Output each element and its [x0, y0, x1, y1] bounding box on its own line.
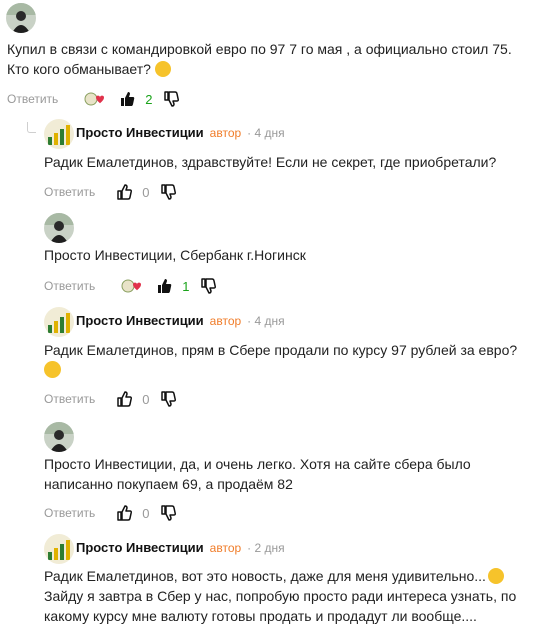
grinning-emoji-icon	[487, 568, 504, 584]
comment-actions: Ответить 0	[44, 390, 177, 408]
author-row: Просто Инвестиции автор · 2 дня	[76, 540, 285, 555]
like-icon[interactable]	[115, 504, 133, 522]
comment-text: Радик Емалетдинов, вот это новость, даже…	[44, 568, 517, 624]
reply-button[interactable]: Ответить	[7, 92, 58, 106]
reply-button[interactable]: Ответить	[44, 185, 95, 199]
like-icon[interactable]	[118, 90, 136, 108]
comment-actions: Ответить 2	[7, 90, 180, 108]
author-badge: автор	[209, 126, 242, 140]
comment-text: Радик Емалетдинов, здравствуйте! Если не…	[44, 154, 497, 170]
author-badge: автор	[209, 314, 242, 328]
surprised-emoji-icon	[44, 361, 61, 378]
like-icon[interactable]	[115, 390, 133, 408]
dislike-icon[interactable]	[159, 390, 177, 408]
author-avatar[interactable]	[44, 119, 74, 149]
like-icon[interactable]	[155, 277, 173, 295]
comment-time: · 4 дня	[247, 126, 285, 140]
comment-actions: Ответить 0	[44, 504, 177, 522]
reactions-icon[interactable]	[121, 279, 143, 293]
like-count: 0	[142, 505, 150, 521]
comment-time: · 4 дня	[247, 314, 285, 328]
user-avatar[interactable]	[44, 422, 74, 452]
author-avatar[interactable]	[44, 534, 74, 564]
author-row: Просто Инвестиции автор · 4 дня	[76, 313, 285, 328]
comment-text: Просто Инвестиции, Сбербанк г.Ногинск	[44, 247, 306, 263]
dislike-icon[interactable]	[199, 277, 217, 295]
reactions-icon[interactable]	[84, 92, 106, 106]
thread-connector	[27, 122, 36, 133]
author-name[interactable]: Просто Инвестиции	[76, 540, 204, 555]
comment-actions: Ответить 0	[44, 183, 177, 201]
laughing-emoji-icon	[154, 61, 171, 77]
user-avatar[interactable]	[6, 3, 36, 33]
comment-actions: Ответить 1	[44, 277, 217, 295]
author-avatar[interactable]	[44, 307, 74, 337]
like-count: 0	[142, 184, 150, 200]
comment-text: Радик Емалетдинов, прям в Сбере продали …	[44, 340, 517, 380]
like-count: 2	[145, 91, 153, 107]
comment-time: · 2 дня	[247, 541, 285, 555]
user-avatar[interactable]	[44, 213, 74, 243]
comments-thread: Купил в связи с командировкой евро по 97…	[0, 0, 539, 625]
like-icon[interactable]	[115, 183, 133, 201]
author-badge: автор	[209, 541, 242, 555]
reply-button[interactable]: Ответить	[44, 279, 95, 293]
dislike-icon[interactable]	[159, 504, 177, 522]
dislike-icon[interactable]	[159, 183, 177, 201]
like-count: 0	[142, 391, 150, 407]
reply-button[interactable]: Ответить	[44, 506, 95, 520]
comment-text: Купил в связи с командировкой евро по 97…	[7, 41, 512, 77]
author-name[interactable]: Просто Инвестиции	[76, 313, 204, 328]
comment-text: Просто Инвестиции, да, и очень легко. Хо…	[44, 456, 471, 492]
dislike-icon[interactable]	[162, 90, 180, 108]
author-name[interactable]: Просто Инвестиции	[76, 125, 204, 140]
author-row: Просто Инвестиции автор · 4 дня	[76, 125, 285, 140]
like-count: 1	[182, 278, 190, 294]
reply-button[interactable]: Ответить	[44, 392, 95, 406]
